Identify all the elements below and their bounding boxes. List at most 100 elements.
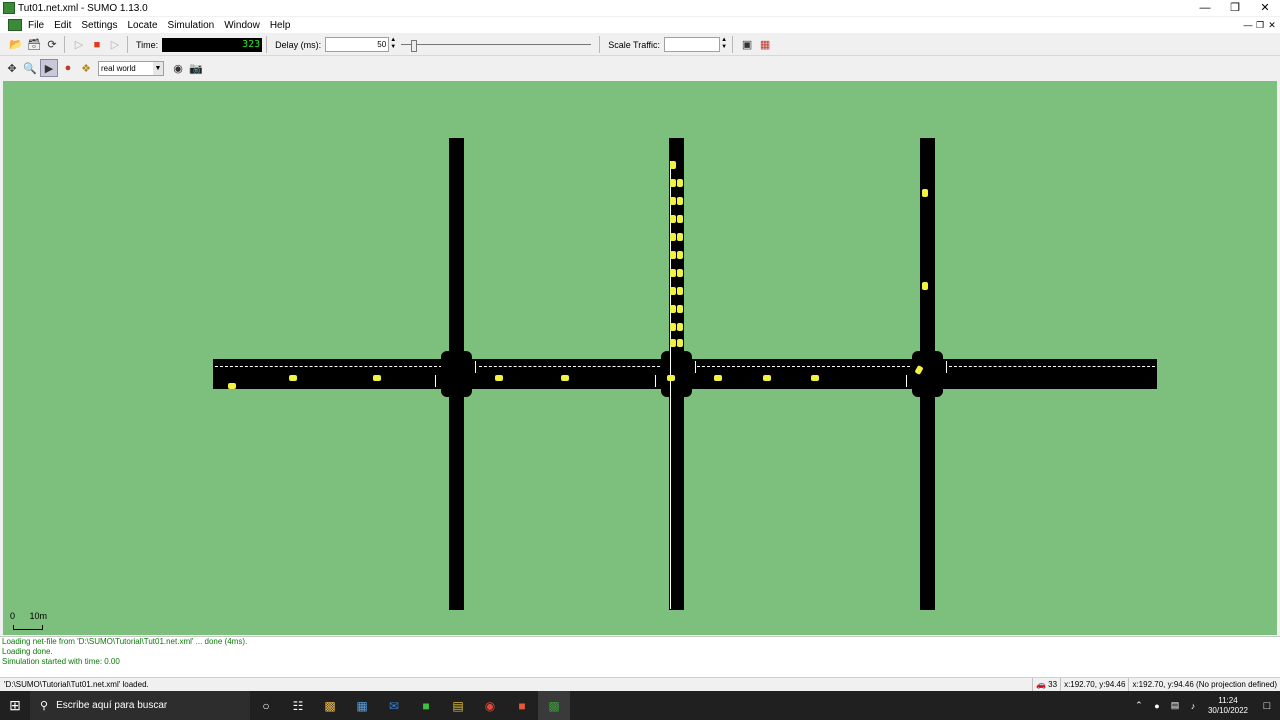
mail-icon[interactable]: ✉ [378, 691, 410, 720]
system-tray: ⌃ ● ▤ ♪ 11:24 30/10/2022 □ [1130, 691, 1280, 720]
chrome-icon[interactable]: ◉ [474, 691, 506, 720]
app-stripes-icon[interactable]: ▤ [442, 691, 474, 720]
vehicle[interactable] [228, 383, 236, 389]
mdi-close-icon[interactable]: ✕ [1266, 17, 1278, 33]
mdi-minimize-icon[interactable]: — [1242, 17, 1254, 33]
delay-spinner[interactable]: ▲ ▼ [389, 37, 397, 52]
vehicle[interactable] [670, 197, 676, 205]
vehicle[interactable] [670, 269, 676, 277]
menu-help[interactable]: Help [270, 20, 291, 31]
vehicle[interactable] [561, 375, 569, 381]
reload-icon[interactable]: ⟳ [44, 37, 60, 53]
status-bar: 'D:\SUMO\Tutorial\Tut01.net.xml' loaded.… [0, 677, 1280, 692]
delay-input[interactable]: 50 [325, 37, 390, 52]
vehicle[interactable] [677, 287, 683, 295]
vehicle[interactable] [670, 287, 676, 295]
menu-file[interactable]: File [28, 20, 44, 31]
sumo-taskbar-icon[interactable]: ▩ [538, 691, 570, 720]
vehicle[interactable] [677, 251, 683, 259]
vehicle[interactable] [714, 375, 722, 381]
vehicle[interactable] [670, 251, 676, 259]
vehicle-count-value: 33 [1048, 680, 1058, 689]
vehicle[interactable] [670, 215, 676, 223]
vehicle[interactable] [670, 339, 676, 347]
select-mode-icon[interactable]: ▶ [40, 59, 58, 77]
file-explorer-icon[interactable]: ▩ [314, 691, 346, 720]
status-right: 🚗 33 x:192.70, y:94.46 x:192.70, y:94.46… [1031, 678, 1280, 692]
vehicle[interactable] [922, 189, 928, 197]
magnifier-icon[interactable]: 🔍 [22, 60, 38, 76]
vehicle[interactable] [677, 339, 683, 347]
open-network-icon[interactable]: 🗃 [26, 37, 42, 53]
vehicle[interactable] [667, 375, 675, 381]
color-wheel-icon[interactable]: ◉ [170, 60, 186, 76]
menu-settings[interactable]: Settings [81, 20, 117, 31]
vehicle[interactable] [495, 375, 503, 381]
tooltip-icon[interactable]: ❖ [78, 60, 94, 76]
microphone-icon[interactable]: ● [1148, 691, 1166, 720]
vehicle[interactable] [670, 179, 676, 187]
vehicle[interactable] [670, 305, 676, 313]
restore-icon[interactable]: ❐ [1220, 0, 1250, 16]
notifications-icon[interactable]: □ [1254, 691, 1280, 720]
status-message: 'D:\SUMO\Tutorial\Tut01.net.xml' loaded. [4, 680, 149, 689]
vehicle[interactable] [922, 282, 928, 290]
vehicle[interactable] [677, 179, 683, 187]
app-c-red-icon[interactable]: ■ [506, 691, 538, 720]
vehicle[interactable] [677, 305, 683, 313]
mdi-restore-icon[interactable]: ❐ [1254, 17, 1266, 33]
cursor-coords: x:192.70, y:94.46 [1060, 678, 1128, 692]
time-display: 323 [162, 37, 263, 52]
scale-traffic-spinner[interactable]: ▲ ▼ [720, 37, 728, 52]
scale-traffic-input[interactable] [664, 37, 721, 52]
step-icon[interactable]: ▷ [107, 37, 123, 53]
minimize-icon[interactable]: — [1190, 0, 1220, 16]
menu-window[interactable]: Window [224, 20, 260, 31]
locate-icon[interactable]: ● [60, 60, 76, 76]
junction-2[interactable] [661, 351, 692, 397]
junction-1[interactable] [441, 351, 472, 397]
menu-simulation[interactable]: Simulation [168, 20, 215, 31]
window-icon[interactable]: ▣ [739, 37, 755, 53]
windows-start-icon[interactable]: ⊞ [0, 697, 30, 714]
junction-3[interactable] [912, 351, 943, 397]
screenshot-icon[interactable]: 📷 [188, 60, 204, 76]
chart-icon[interactable]: ▦ [757, 37, 773, 53]
clock-time: 11:24 [1218, 695, 1238, 705]
vehicle[interactable] [677, 269, 683, 277]
mdi-app-icon[interactable] [8, 19, 22, 31]
vehicle[interactable] [670, 161, 676, 169]
vehicle[interactable] [677, 323, 683, 331]
menu-edit[interactable]: Edit [54, 20, 71, 31]
vehicle[interactable] [373, 375, 381, 381]
vehicle[interactable] [677, 197, 683, 205]
delay-slider[interactable] [401, 38, 592, 52]
menu-locate[interactable]: Locate [128, 20, 158, 31]
run-icon[interactable]: ▷ [71, 37, 87, 53]
network-icon[interactable]: ▤ [1166, 691, 1184, 720]
color-scheme-select[interactable]: real world ▼ [98, 60, 164, 76]
vehicle[interactable] [677, 233, 683, 241]
app-c-icon[interactable]: ■ [410, 691, 442, 720]
task-view-icon[interactable]: ☷ [282, 691, 314, 720]
simulation-canvas[interactable]: 0 10m [3, 81, 1277, 635]
clock[interactable]: 11:24 30/10/2022 [1202, 696, 1254, 716]
store-icon[interactable]: ▦ [346, 691, 378, 720]
chevron-up-icon[interactable]: ⌃ [1130, 691, 1148, 720]
recenter-icon[interactable]: ✥ [4, 60, 20, 76]
open-icon[interactable]: 📂 [8, 37, 24, 53]
taskbar-search[interactable]: ⚲ Escribe aquí para buscar [30, 691, 250, 720]
cortana-icon[interactable]: ○ [250, 691, 282, 720]
chevron-down-icon: ▼ [153, 61, 163, 75]
slider-knob[interactable] [411, 39, 418, 52]
volume-icon[interactable]: ♪ [1184, 691, 1202, 720]
stop-icon[interactable]: ■ [89, 37, 105, 53]
vehicle[interactable] [670, 233, 676, 241]
vehicle[interactable] [677, 215, 683, 223]
separator [64, 36, 65, 53]
close-icon[interactable]: ✕ [1250, 0, 1280, 16]
vehicle[interactable] [811, 375, 819, 381]
vehicle[interactable] [670, 323, 676, 331]
vehicle[interactable] [289, 375, 297, 381]
vehicle[interactable] [763, 375, 771, 381]
